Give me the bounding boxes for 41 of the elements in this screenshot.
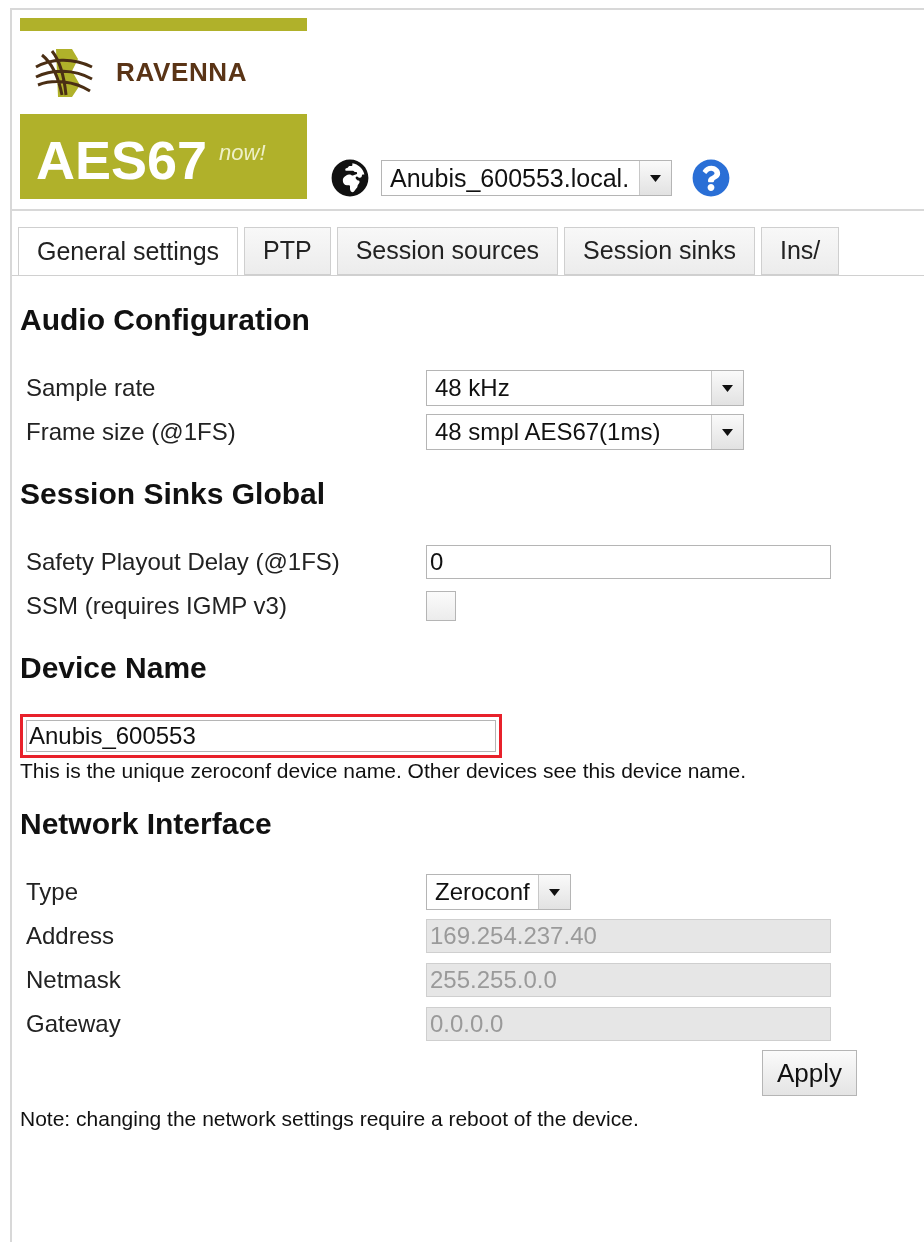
- tab[interactable]: Session sinks: [564, 227, 755, 275]
- section-heading: Device Name: [20, 650, 208, 686]
- dropdown-button[interactable]: [711, 415, 743, 449]
- dropdown-button[interactable]: [711, 371, 743, 405]
- help-icon[interactable]: [692, 159, 731, 197]
- field-label: Sample rate: [25, 373, 157, 403]
- brand-name: RAVENNA: [116, 56, 248, 89]
- dropdown-button[interactable]: [639, 161, 672, 195]
- checkbox[interactable]: [426, 591, 456, 621]
- tab[interactable]: General settings: [18, 227, 239, 275]
- apply-button[interactable]: Apply: [761, 1050, 857, 1096]
- caret-icon: [722, 384, 733, 392]
- select-field[interactable]: 48 smpl AES67(1ms): [426, 414, 744, 450]
- tab[interactable]: PTP: [244, 227, 331, 275]
- note-text: This is the unique zeroconf device name. Other devices see this device name.: [20, 758, 748, 784]
- text-field[interactable]: 0: [426, 545, 831, 579]
- logo-title: AES67: [36, 131, 208, 189]
- host-select[interactable]: Anubis_600553.local.: [381, 160, 673, 196]
- tab[interactable]: Ins/: [760, 227, 840, 275]
- field-label: Frame size (@1FS): [25, 417, 237, 447]
- tab[interactable]: Session sources: [336, 227, 559, 275]
- text-field[interactable]: Anubis_600553: [26, 720, 496, 752]
- select-field[interactable]: 48 kHz: [426, 370, 744, 406]
- logo-mark-icon: [34, 46, 94, 99]
- field-label: Address: [25, 921, 116, 951]
- select-field[interactable]: Zeroconf: [426, 874, 571, 910]
- field-label: Type: [25, 877, 80, 907]
- globe-icon[interactable]: [331, 159, 369, 197]
- logo-tagline: now!: [219, 139, 266, 167]
- caret-icon: [650, 174, 662, 182]
- caret-icon: [722, 428, 733, 436]
- dropdown-button[interactable]: [537, 875, 570, 909]
- section-heading: Session Sinks Global: [20, 476, 327, 512]
- note-text: Note: changing the network settings require a reboot of the device.: [20, 1106, 640, 1132]
- caret-icon: [548, 888, 560, 896]
- field-label: Gateway: [25, 1009, 122, 1039]
- section-heading: Network Interface: [20, 806, 273, 842]
- field-label: Netmask: [25, 965, 122, 995]
- section-heading: Audio Configuration: [20, 302, 311, 338]
- field-label: SSM (requires IGMP v3): [25, 591, 288, 621]
- field-label: Safety Playout Delay (@1FS): [25, 547, 341, 577]
